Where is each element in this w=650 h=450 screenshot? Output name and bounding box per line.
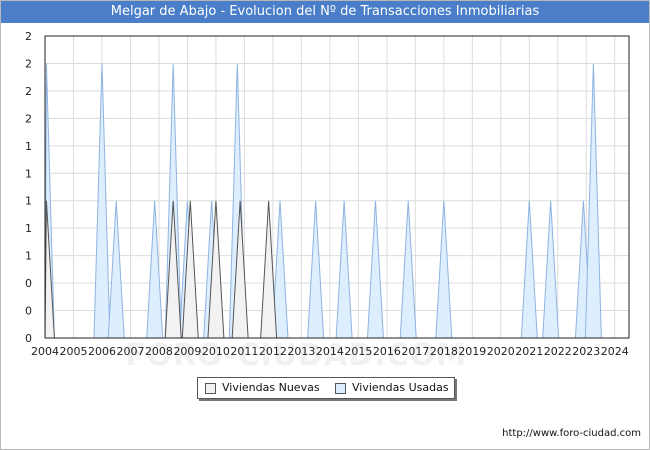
x-tick-label: 2014 (316, 345, 344, 358)
legend-swatch-usadas (335, 383, 346, 394)
x-axis-ticks: 2004 2005 2006 2007 2008 2009 2010 2011 2012 2013… (31, 345, 629, 358)
y-tick-label: 2 (25, 112, 32, 125)
x-tick-label: 2013 (287, 345, 315, 358)
x-tick-label: 2015 (344, 345, 372, 358)
x-tick-label: 2020 (487, 345, 515, 358)
y-tick-label: 1 (25, 195, 32, 208)
x-tick-label: 2008 (145, 345, 173, 358)
x-tick-label: 2019 (458, 345, 486, 358)
x-tick-label: 2012 (259, 345, 287, 358)
y-tick-label: 1 (25, 222, 32, 235)
legend-label-usadas: Viviendas Usadas (352, 381, 449, 394)
x-tick-label: 2006 (88, 345, 116, 358)
legend: Viviendas Nuevas Viviendas Usadas (197, 377, 455, 399)
y-tick-label: 1 (25, 167, 32, 180)
x-tick-label: 2024 (601, 345, 629, 358)
y-tick-label: 1 (25, 140, 32, 153)
y-tick-label: 2 (25, 85, 32, 98)
x-tick-label: 2017 (401, 345, 429, 358)
y-tick-label: 0 (25, 332, 32, 345)
x-tick-label: 2016 (373, 345, 401, 358)
x-tick-label: 2021 (515, 345, 543, 358)
y-tick-label: 0 (25, 305, 32, 318)
legend-swatch-nuevas (205, 383, 216, 394)
x-tick-label: 2010 (202, 345, 230, 358)
legend-label-nuevas: Viviendas Nuevas (222, 381, 320, 394)
x-tick-label: 2023 (572, 345, 600, 358)
x-tick-label: 2005 (59, 345, 87, 358)
x-tick-label: 2022 (544, 345, 572, 358)
x-tick-label: 2011 (230, 345, 258, 358)
footer-url: http://www.foro-ciudad.com (502, 428, 641, 439)
x-tick-label: 2007 (116, 345, 144, 358)
y-tick-label: 1 (25, 250, 32, 263)
y-tick-label: 2 (25, 57, 32, 70)
x-tick-label: 2004 (31, 345, 59, 358)
plot-background (45, 36, 629, 338)
x-tick-label: 2009 (173, 345, 201, 358)
y-tick-label: 2 (25, 30, 32, 43)
y-axis-ticks: 0 0 0 1 1 1 1 1 2 2 2 2 (25, 30, 32, 345)
y-tick-label: 0 (25, 277, 32, 290)
x-tick-label: 2018 (430, 345, 458, 358)
